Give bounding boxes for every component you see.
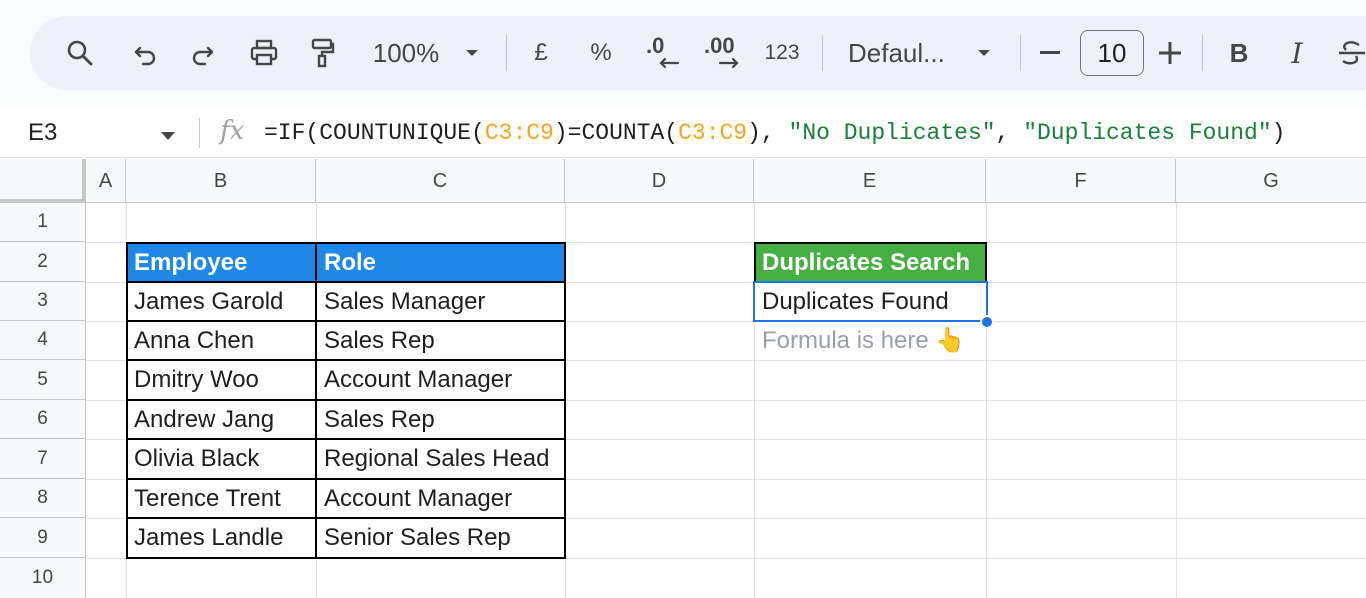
bold-button[interactable]: B — [1224, 16, 1254, 90]
cell-employee[interactable]: Andrew Jang — [127, 400, 316, 439]
table-border — [126, 399, 566, 401]
cell-role[interactable]: Account Manager — [317, 479, 565, 518]
cell-employee[interactable]: James Garold — [127, 282, 316, 321]
row-header-6[interactable]: 6 — [0, 400, 86, 439]
formula-bar-divider — [199, 118, 200, 148]
toolbar-area: 100% £ % .0 .00 123 Defaul... 10 B I — [0, 0, 1366, 108]
column-header-c[interactable]: C — [316, 159, 565, 203]
cell-employee[interactable]: Dmitry Woo — [127, 360, 316, 400]
percent-format-button[interactable]: % — [586, 16, 616, 90]
row-header-9[interactable]: 9 — [0, 518, 86, 558]
cell-role[interactable]: Sales Manager — [317, 282, 565, 321]
cell-role[interactable]: Regional Sales Head — [317, 439, 565, 479]
toolbar: 100% £ % .0 .00 123 Defaul... 10 B I — [30, 16, 1366, 90]
font-size-input[interactable]: 10 — [1080, 30, 1144, 76]
zoom-select[interactable]: 100% — [366, 16, 446, 90]
column-header-e[interactable]: E — [754, 159, 986, 203]
increase-font-size-icon[interactable] — [1156, 16, 1184, 90]
chevron-down-icon[interactable] — [460, 16, 484, 90]
fill-handle[interactable] — [980, 315, 994, 329]
increase-decimal-label: .00 — [704, 33, 735, 58]
table-border — [126, 281, 566, 283]
row-header-8[interactable]: 8 — [0, 479, 86, 518]
paint-format-icon[interactable] — [304, 16, 340, 90]
table-border — [126, 517, 566, 519]
decrease-decimal-button[interactable]: .0 — [638, 16, 686, 90]
column-header-g[interactable]: G — [1176, 159, 1366, 203]
formula-text: ), — [747, 120, 789, 146]
select-all-corner[interactable] — [0, 159, 86, 203]
row-header-2[interactable]: 2 — [0, 242, 86, 282]
cell-employee[interactable]: Anna Chen — [127, 321, 316, 360]
cell-employee[interactable]: Olivia Black — [127, 439, 316, 479]
strikethrough-icon[interactable] — [1336, 16, 1366, 90]
chevron-down-icon[interactable] — [160, 128, 176, 146]
formula-text: ) — [1271, 120, 1286, 146]
column-header-d[interactable]: D — [565, 159, 754, 203]
table-border — [126, 478, 566, 480]
toolbar-divider — [506, 35, 507, 71]
cell-duplicates-result[interactable]: Duplicates Found — [755, 282, 986, 321]
formula-range-ref: C3:C9 — [484, 120, 554, 146]
formula-bar: E3 fx =IF(COUNTUNIQUE(C3:C9)=COUNTA(C3:C… — [0, 108, 1366, 158]
header-role[interactable]: Role — [317, 243, 565, 282]
column-header-b[interactable]: B — [126, 159, 316, 203]
table-border — [126, 320, 566, 322]
print-icon[interactable] — [244, 16, 284, 90]
undo-icon[interactable] — [128, 16, 164, 90]
cell-role[interactable]: Sales Rep — [317, 400, 565, 439]
formula-range-ref: C3:C9 — [678, 120, 748, 146]
row-header-3[interactable]: 3 — [0, 282, 86, 321]
gridline — [86, 558, 1366, 559]
cell-role[interactable]: Senior Sales Rep — [317, 518, 565, 558]
row-header-5[interactable]: 5 — [0, 360, 86, 400]
cell-role[interactable]: Account Manager — [317, 360, 565, 400]
toolbar-divider — [822, 35, 823, 71]
function-icon: fx — [220, 116, 245, 146]
cell-employee[interactable]: James Landle — [127, 518, 316, 558]
decrease-font-size-icon[interactable] — [1036, 16, 1064, 90]
row-header-10[interactable]: 10 — [0, 558, 86, 598]
spreadsheet-grid: A B C D E F G 1 2 3 4 5 6 7 8 9 10 Emplo… — [0, 159, 1366, 598]
column-header-a[interactable]: A — [86, 159, 126, 203]
formula-text: )=COUNTA( — [553, 120, 679, 146]
formula-text: =IF(COUNTUNIQUE( — [264, 120, 485, 146]
header-employee[interactable]: Employee — [127, 243, 316, 282]
column-header-f[interactable]: F — [986, 159, 1176, 203]
font-select[interactable]: Defaul... — [848, 16, 954, 90]
arrow-left-icon — [659, 57, 680, 69]
cell-employee[interactable]: Terence Trent — [127, 479, 316, 518]
italic-button[interactable]: I — [1282, 16, 1312, 90]
row-header-4[interactable]: 4 — [0, 321, 86, 360]
chevron-down-icon[interactable] — [972, 16, 996, 90]
name-box[interactable]: E3 — [28, 108, 57, 158]
formula-string: "Duplicates Found" — [1023, 120, 1272, 146]
row-header-1[interactable]: 1 — [0, 203, 86, 242]
redo-icon[interactable] — [184, 16, 220, 90]
toolbar-divider — [1202, 35, 1203, 71]
arrow-right-icon — [718, 57, 739, 69]
number-format-button[interactable]: 123 — [762, 16, 802, 90]
row-header-7[interactable]: 7 — [0, 439, 86, 479]
table-border — [126, 359, 566, 361]
formula-note[interactable]: Formula is here 👆 — [755, 321, 986, 360]
increase-decimal-button[interactable]: .00 — [700, 16, 752, 90]
header-duplicates-search[interactable]: Duplicates Search — [755, 243, 986, 282]
table-border — [126, 438, 566, 440]
formula-input[interactable]: =IF(COUNTUNIQUE(C3:C9)=COUNTA(C3:C9), "N… — [264, 108, 1285, 158]
currency-format-button[interactable]: £ — [526, 16, 556, 90]
formula-text: , — [995, 120, 1024, 146]
decrease-decimal-label: .0 — [646, 33, 665, 58]
formula-string: "No Duplicates" — [788, 120, 996, 146]
search-icon[interactable] — [62, 16, 98, 90]
toolbar-divider — [1020, 35, 1021, 71]
cell-role[interactable]: Sales Rep — [317, 321, 565, 360]
